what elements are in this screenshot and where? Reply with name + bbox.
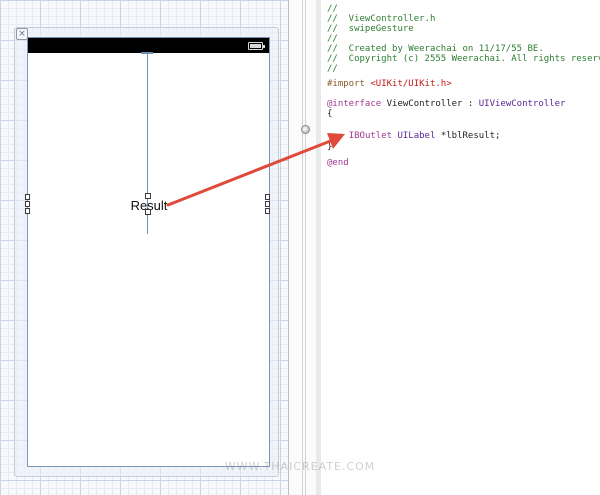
view-controller-view[interactable]: Result — [25, 37, 270, 467]
code-line: { — [327, 109, 332, 120]
storyboard-canvas[interactable]: × Result — [0, 0, 288, 495]
code-token: // — [327, 34, 338, 44]
edge-handle-left-bottom[interactable] — [25, 208, 30, 214]
code-token: // swipeGesture — [327, 24, 414, 34]
code-token: IBOutlet — [348, 131, 393, 141]
code-token: UIViewController — [478, 99, 566, 109]
code-token: // — [327, 64, 338, 74]
code-token: *lblResult; — [435, 131, 501, 141]
code-line: // Copyright (c) 2555 Weerachai. All rig… — [327, 54, 600, 65]
code-token: @end — [327, 158, 349, 168]
code-token: #import — [327, 79, 371, 89]
code-line: @end — [327, 158, 349, 169]
watermark: WWW.THAICREATE.COM — [224, 460, 376, 473]
resize-handle-bottom[interactable] — [145, 209, 151, 215]
edge-handle-right-bottom[interactable] — [265, 208, 270, 214]
code-token: ViewController : — [381, 99, 479, 109]
code-line: // — [327, 64, 338, 75]
code-line: } — [327, 142, 332, 153]
code-token: @interface — [327, 99, 382, 109]
code-token: UILabel — [397, 131, 436, 141]
battery-icon — [248, 42, 265, 50]
outlet-connection-icon[interactable] — [301, 125, 310, 134]
edge-handle-left-middle[interactable] — [25, 201, 30, 207]
code-line: // swipeGesture — [327, 24, 414, 35]
code-token: } — [327, 142, 333, 152]
code-token: // Copyright (c) 2555 Weerachai. All rig… — [327, 54, 600, 64]
status-bar — [28, 38, 269, 53]
code-token: <UIKit/UIKit.h> — [370, 79, 452, 89]
edge-handle-right-top[interactable] — [265, 194, 270, 200]
edge-handle-right-middle[interactable] — [265, 201, 270, 207]
code-token: // ViewController.h — [327, 14, 436, 24]
resize-handle-top[interactable] — [145, 193, 151, 199]
edge-handle-left-top[interactable] — [25, 194, 30, 200]
code-line: IBOutlet UILabel *lblResult; — [327, 131, 501, 142]
code-token: // — [327, 4, 338, 14]
code-token: // Created by Weerachai on 11/17/55 BE. — [327, 44, 544, 54]
code-line: #import <UIKit/UIKit.h> — [327, 79, 452, 90]
code-line: @interface ViewController : UIViewContro… — [327, 99, 565, 110]
code-token: { — [327, 109, 333, 119]
code-editor[interactable]: //// ViewController.h// swipeGesture////… — [321, 0, 600, 495]
